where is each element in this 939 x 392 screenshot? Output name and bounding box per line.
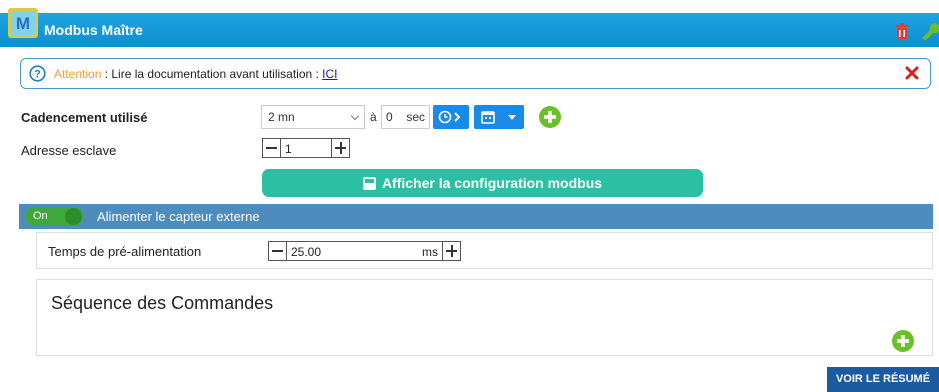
interval-select-value: 2 mn bbox=[268, 110, 295, 124]
panel-title: Modbus Maître bbox=[44, 22, 143, 38]
app-logo-icon: M bbox=[8, 8, 38, 38]
pre-alimentation-value: 25.00 bbox=[291, 245, 322, 259]
schedule-clock-button[interactable] bbox=[433, 105, 469, 129]
seconds-input[interactable]: 0 sec bbox=[381, 105, 430, 129]
sequence-panel: Séquence des Commandes bbox=[36, 279, 933, 356]
pre-alimentation-row: Temps de pré-alimentation 25.00 ms bbox=[36, 232, 933, 269]
svg-text:?: ? bbox=[34, 69, 41, 81]
trash-icon[interactable] bbox=[895, 23, 909, 39]
help-icon: ? bbox=[29, 65, 46, 82]
adresse-label: Adresse esclave bbox=[21, 143, 117, 158]
clock-icon bbox=[438, 110, 461, 124]
pre-alimentation-label: Temps de pré-alimentation bbox=[48, 244, 202, 259]
sequence-title: Séquence des Commandes bbox=[51, 293, 274, 313]
adresse-increment-button[interactable] bbox=[331, 138, 350, 158]
logo-letter: M bbox=[16, 14, 30, 33]
add-command-button[interactable] bbox=[892, 330, 914, 352]
pre-alimentation-unit: ms bbox=[422, 245, 438, 259]
plus-circle-icon bbox=[897, 335, 909, 347]
caret-down-icon bbox=[508, 115, 516, 120]
wrench-icon[interactable] bbox=[920, 22, 939, 40]
adresse-decrement-button[interactable] bbox=[262, 138, 281, 158]
pre-alimentation-decrement-button[interactable] bbox=[268, 241, 287, 261]
calendar-icon bbox=[481, 111, 495, 124]
alert-text: : Lire la documentation avant utilisatio… bbox=[101, 67, 323, 81]
show-modbus-config-button[interactable]: Afficher la configuration modbus bbox=[262, 169, 703, 197]
documentation-alert: ? Attention : Lire la documentation avan… bbox=[20, 58, 931, 89]
add-schedule-button[interactable] bbox=[539, 106, 561, 128]
alert-message: Attention : Lire la documentation avant … bbox=[54, 67, 338, 81]
pre-alimentation-input[interactable]: 25.00 ms bbox=[287, 241, 442, 261]
a-label: à bbox=[370, 110, 377, 124]
adresse-input[interactable]: 1 bbox=[281, 138, 331, 158]
save-icon bbox=[362, 177, 376, 190]
pre-alimentation-increment-button[interactable] bbox=[442, 241, 461, 261]
interval-select[interactable]: 2 mn bbox=[261, 105, 365, 129]
documentation-link[interactable]: ICI bbox=[322, 67, 337, 81]
capteur-toggle[interactable]: On bbox=[25, 207, 83, 226]
calendar-dropdown-button[interactable] bbox=[474, 105, 524, 129]
toggle-knob bbox=[65, 208, 82, 225]
close-icon[interactable] bbox=[905, 66, 919, 80]
toggle-on-label: On bbox=[33, 210, 48, 222]
alert-warning-label: Attention bbox=[54, 67, 102, 81]
config-button-label: Afficher la configuration modbus bbox=[381, 175, 603, 191]
chevron-down-icon bbox=[350, 111, 360, 121]
seconds-value: 0 bbox=[386, 110, 393, 124]
seconds-unit: sec bbox=[406, 110, 425, 124]
capteur-label: Alimenter le capteur externe bbox=[97, 209, 260, 224]
cadencement-label: Cadencement utilisé bbox=[21, 110, 148, 125]
capteur-band: On Alimenter le capteur externe bbox=[19, 204, 933, 229]
modbus-panel: M Modbus Maître ? Attention : Lire la do… bbox=[0, 0, 939, 392]
voir-resume-button[interactable]: VOIR LE RÉSUMÉ bbox=[827, 367, 939, 392]
plus-circle-icon bbox=[544, 111, 556, 123]
